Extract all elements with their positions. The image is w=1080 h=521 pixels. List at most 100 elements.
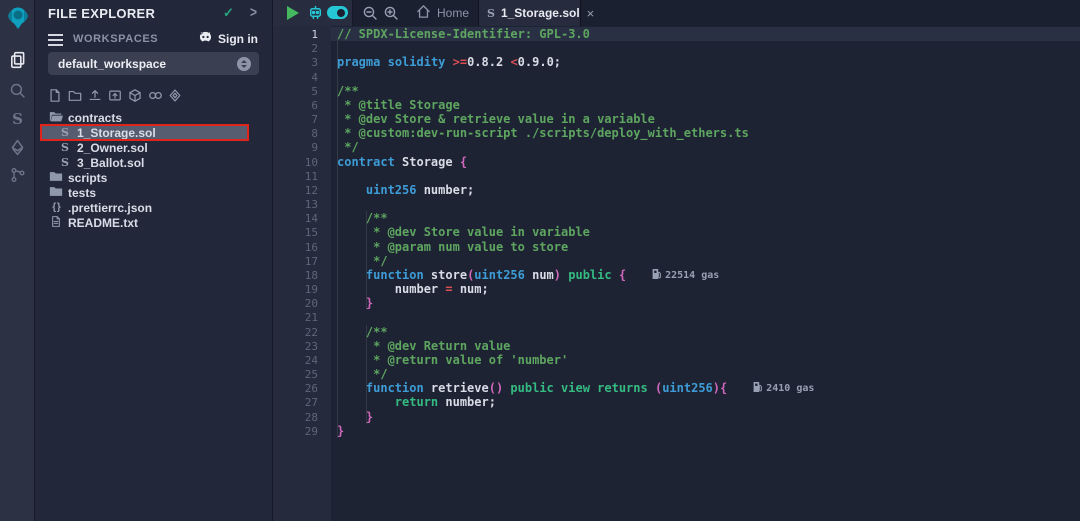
code-line-16: * @param num value to store: [337, 240, 568, 254]
folder-open-icon: [49, 110, 63, 126]
editor-toolbar: Home S 1_Storage.sol ×: [273, 0, 1080, 26]
folder-icon: [49, 171, 63, 185]
code-line-14: /**: [337, 211, 388, 225]
folder-icon: [49, 185, 63, 201]
line-number: 28: [273, 411, 318, 424]
zoom-out-icon[interactable]: [362, 5, 378, 26]
sign-in-button[interactable]: Sign in: [198, 31, 258, 47]
github-icon: [198, 31, 213, 47]
gas-estimate-badge: 2410 gas: [753, 382, 814, 395]
indent-guide: [337, 41, 338, 438]
tree-item-scripts[interactable]: scripts: [35, 170, 273, 185]
code-line-6: * @title Storage: [337, 98, 460, 112]
upload-file-icon: [88, 90, 102, 107]
sidebar-item-remix-logo[interactable]: [0, 4, 35, 32]
upload-file-button[interactable]: [88, 88, 102, 103]
sidebar-item-solidity-compiler[interactable]: S: [0, 105, 35, 133]
gas-estimate-badge: 22514 gas: [652, 269, 719, 282]
copilot-toggle[interactable]: [327, 6, 348, 19]
code-line-5: /**: [337, 84, 359, 98]
tree-item-label: 2_Owner.sol: [77, 141, 148, 155]
diamond-icon: [168, 90, 182, 107]
code-line-1: // SPDX-License-Identifier: GPL-3.0: [337, 27, 590, 41]
folder-icon: [49, 170, 63, 186]
tab-1-storage-sol[interactable]: S 1_Storage.sol ×: [478, 0, 581, 26]
link-icon: [148, 90, 163, 107]
line-number: 17: [273, 255, 318, 268]
sidebar-item-deploy-run[interactable]: [0, 133, 35, 161]
sidebar-item-file-explorer[interactable]: [0, 46, 35, 74]
run-script-play-icon[interactable]: [287, 6, 299, 20]
file-tree: contractsS1_Storage.solS2_Owner.solS3_Ba…: [35, 110, 273, 230]
line-number: 24: [273, 354, 318, 367]
tree-item-2-owner-sol[interactable]: S2_Owner.sol: [35, 140, 273, 155]
sidebar-item-git[interactable]: [0, 161, 35, 189]
file-icon: [49, 216, 63, 230]
line-number: 13: [273, 198, 318, 211]
tree-item-1-storage-sol[interactable]: S1_Storage.sol: [42, 125, 247, 140]
code-line-12: uint256 number;: [337, 183, 474, 197]
tree-item-contracts[interactable]: contracts: [35, 110, 273, 125]
check-icon[interactable]: ✓: [223, 5, 234, 21]
upload-folder-button[interactable]: [108, 88, 122, 103]
code-line-18: function store(uint256 num) public {2251…: [337, 268, 719, 282]
tree-item-label: tests: [68, 186, 96, 200]
indent-guide: [366, 325, 367, 424]
diamond-button[interactable]: [168, 88, 182, 103]
line-number: 23: [273, 340, 318, 353]
code-line-25: */: [337, 367, 388, 381]
line-number: 14: [273, 212, 318, 225]
workspace-select[interactable]: default_workspace: [48, 52, 259, 75]
code-line-26: function retrieve() public view returns …: [337, 381, 814, 395]
tab-home[interactable]: Home: [406, 0, 479, 26]
code-line-9: */: [337, 140, 359, 154]
line-number: 22: [273, 326, 318, 339]
line-number: 4: [273, 71, 318, 84]
sign-in-label: Sign in: [218, 32, 258, 46]
link-button[interactable]: [148, 88, 162, 103]
tree-item--prettierrc-json[interactable]: { }.prettierrc.json: [35, 200, 273, 215]
tree-item-label: contracts: [68, 111, 122, 125]
tab-label: 1_Storage.sol: [501, 6, 580, 20]
ai-copilot-robot-icon[interactable]: [307, 4, 324, 26]
tree-item-3-ballot-sol[interactable]: S 3_Ballot.sol: [35, 155, 273, 170]
code-line-20: }: [337, 296, 373, 310]
line-number: 20: [273, 297, 318, 310]
line-number: 15: [273, 226, 318, 239]
tree-item-tests[interactable]: tests: [35, 185, 273, 200]
line-number: 18: [273, 269, 318, 282]
code-line-19: number = num;: [337, 282, 489, 296]
file-explorer-icon: [9, 51, 27, 69]
line-number: 19: [273, 283, 318, 296]
code-line-7: * @dev Store & retrieve value in a varia…: [337, 112, 655, 126]
tree-item-label: 3_Ballot.sol: [77, 156, 144, 170]
new-file-button[interactable]: [48, 88, 62, 103]
new-folder-button[interactable]: [68, 88, 82, 103]
code-editor[interactable]: 1234567891011121314151617181920212223242…: [273, 26, 1080, 521]
cube-button[interactable]: [128, 88, 142, 103]
tree-item-label: scripts: [68, 171, 107, 185]
sidebar-item-search[interactable]: [0, 76, 35, 104]
solidity-file-icon: S: [58, 126, 72, 140]
chevron-right-icon[interactable]: >: [250, 4, 257, 21]
toolbar-run-group: [273, 0, 353, 26]
gas-pump-icon: [753, 382, 762, 395]
file-explorer-panel: FILE EXPLORER ✓ > WORKSPACES Sign in def…: [35, 0, 273, 521]
solidity-file-icon: S: [58, 156, 72, 170]
line-number: 1: [273, 28, 318, 41]
tab-close-icon[interactable]: ×: [587, 6, 595, 21]
workspaces-menu-icon[interactable]: [48, 34, 63, 36]
workspace-selected-value: default_workspace: [58, 57, 237, 71]
deploy-run-icon: [9, 139, 26, 156]
line-number-gutter: 1234567891011121314151617181920212223242…: [273, 26, 331, 521]
line-number: 29: [273, 425, 318, 438]
zoom-in-icon[interactable]: [383, 5, 399, 26]
code-line-17: */: [337, 254, 388, 268]
line-number: 11: [273, 170, 318, 183]
line-number: 12: [273, 184, 318, 197]
workspaces-label: WORKSPACES: [73, 33, 158, 45]
line-number: 16: [273, 241, 318, 254]
solidity-file-icon: S: [487, 7, 495, 20]
tree-item-readme-txt[interactable]: README.txt: [35, 215, 273, 230]
home-icon: [416, 4, 431, 22]
